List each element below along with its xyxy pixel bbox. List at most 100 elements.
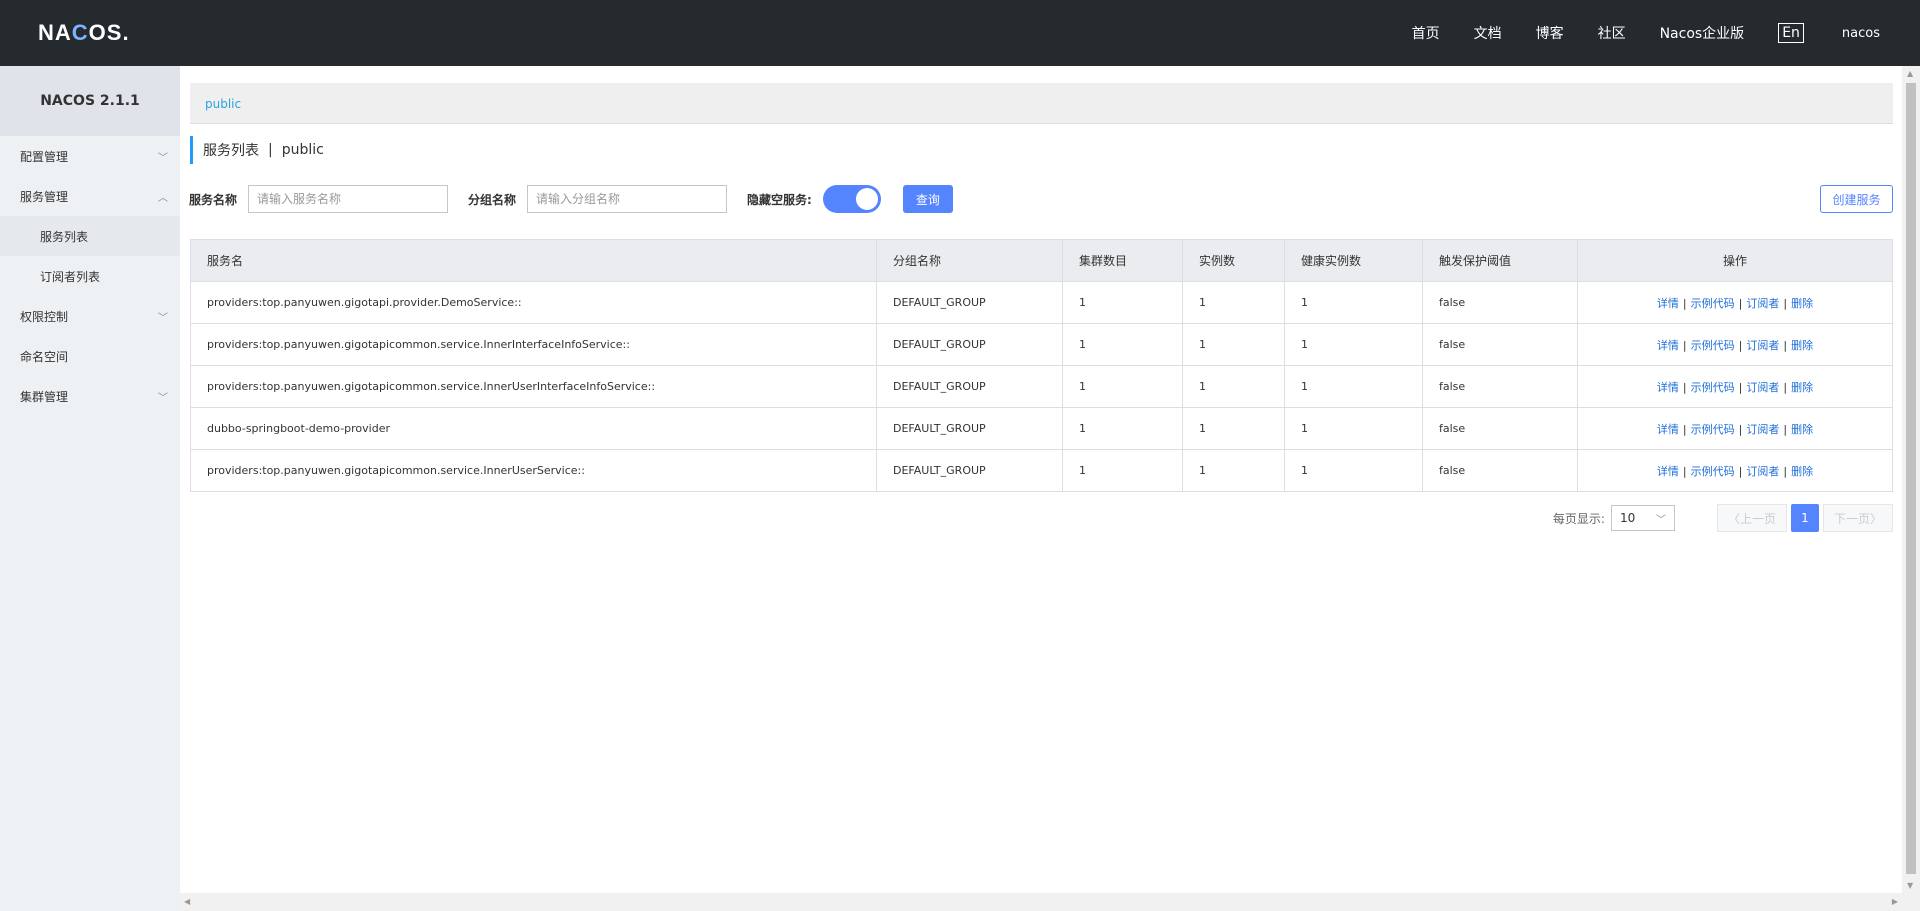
scroll-up-arrow-icon[interactable]: ▲ bbox=[1907, 69, 1913, 78]
op-separator: | bbox=[1682, 464, 1687, 478]
sidebar-item-namespace[interactable]: 命名空间 bbox=[0, 336, 180, 376]
col-protect-threshold: 触发保护阈值 bbox=[1422, 239, 1578, 282]
op-separator: | bbox=[1783, 464, 1788, 478]
next-label: 下一页 bbox=[1833, 511, 1870, 526]
table-row: dubbo-springboot-demo-provider DEFAULT_GR… bbox=[190, 407, 1893, 450]
query-button[interactable]: 查询 bbox=[902, 185, 953, 213]
scroll-left-arrow-icon[interactable]: ◀ bbox=[184, 897, 190, 906]
delete-link[interactable]: 删除 bbox=[1791, 423, 1813, 436]
scroll-right-arrow-icon[interactable]: ▶ bbox=[1892, 897, 1898, 906]
subscribers-link[interactable]: 订阅者 bbox=[1746, 465, 1779, 478]
sample-code-link[interactable]: 示例代码 bbox=[1691, 465, 1735, 478]
table-header-row: 服务名 分组名称 集群数目 实例数 健康实例数 触发保护阈值 操作 bbox=[190, 239, 1893, 282]
cell-healthy-count: 1 bbox=[1284, 365, 1423, 408]
sidebar-item-label: 权限控制 bbox=[20, 309, 69, 324]
nav-docs[interactable]: 文档 bbox=[1474, 23, 1502, 43]
sidebar-item-service[interactable]: 服务管理 ︿ bbox=[0, 176, 180, 216]
cell-service-name: dubbo-springboot-demo-provider bbox=[190, 407, 877, 450]
hide-empty-toggle[interactable] bbox=[822, 185, 881, 213]
nacos-logo[interactable]: NACOS. bbox=[38, 20, 130, 46]
main-content: public 服务列表 | public 服务名称 分组名称 隐藏空服务: 查询… bbox=[180, 66, 1902, 893]
detail-link[interactable]: 详情 bbox=[1657, 423, 1679, 436]
sidebar-item-label: 服务管理 bbox=[20, 189, 69, 204]
op-separator: | bbox=[1682, 338, 1687, 352]
prev-label: 上一页 bbox=[1739, 511, 1776, 526]
user-menu[interactable]: nacos bbox=[1842, 26, 1880, 41]
chevron-down-icon: ﹀ bbox=[1655, 514, 1666, 526]
page-1-button[interactable]: 1 bbox=[1790, 504, 1819, 532]
namespace-bar: public bbox=[190, 83, 1893, 124]
cell-service-name: providers:top.panyuwen.gigotapi.provider… bbox=[190, 281, 877, 324]
delete-link[interactable]: 删除 bbox=[1791, 381, 1813, 394]
col-group-name: 分组名称 bbox=[876, 239, 1063, 282]
cell-protect-threshold: false bbox=[1422, 281, 1578, 324]
op-separator: | bbox=[1783, 422, 1788, 436]
op-separator: | bbox=[1738, 464, 1743, 478]
detail-link[interactable]: 详情 bbox=[1657, 465, 1679, 478]
group-name-label: 分组名称 bbox=[468, 192, 517, 207]
nav-community[interactable]: 社区 bbox=[1598, 23, 1626, 43]
cell-healthy-count: 1 bbox=[1284, 323, 1423, 366]
subscribers-link[interactable]: 订阅者 bbox=[1746, 339, 1779, 352]
op-separator: | bbox=[1738, 422, 1743, 436]
sidebar-item-subscriber-list[interactable]: 订阅者列表 bbox=[0, 256, 180, 296]
horizontal-scrollbar[interactable]: ◀ ▶ bbox=[180, 893, 1920, 911]
cell-cluster-count: 1 bbox=[1062, 281, 1183, 324]
col-healthy-count: 健康实例数 bbox=[1284, 239, 1423, 282]
op-separator: | bbox=[1682, 296, 1687, 310]
delete-link[interactable]: 删除 bbox=[1791, 297, 1813, 310]
create-service-button[interactable]: 创建服务 bbox=[1820, 185, 1893, 213]
cell-protect-threshold: false bbox=[1422, 407, 1578, 450]
sidebar-title: NACOS 2.1.1 bbox=[0, 66, 180, 136]
cell-operations: 详情 | 示例代码 | 订阅者 | 删除 bbox=[1577, 365, 1893, 408]
sample-code-link[interactable]: 示例代码 bbox=[1691, 297, 1735, 310]
vertical-scrollbar[interactable]: ▲ ▼ bbox=[1902, 66, 1920, 893]
prev-page-button[interactable]: 〈上一页 bbox=[1716, 504, 1787, 532]
title-separator: | bbox=[268, 142, 273, 158]
per-page-value: 10 bbox=[1619, 511, 1636, 525]
col-instance-count: 实例数 bbox=[1182, 239, 1285, 282]
filter-bar: 服务名称 分组名称 隐藏空服务: 查询 bbox=[189, 185, 953, 213]
chevron-down-icon: ﹀ bbox=[158, 312, 168, 324]
sample-code-link[interactable]: 示例代码 bbox=[1691, 339, 1735, 352]
sidebar-item-service-list[interactable]: 服务列表 bbox=[0, 216, 180, 256]
namespace-public[interactable]: public bbox=[205, 97, 241, 111]
chevron-right-icon: 〉 bbox=[1869, 511, 1882, 526]
table-row: providers:top.panyuwen.gigotapicommon.se… bbox=[190, 365, 1893, 408]
sidebar-item-cluster[interactable]: 集群管理 ﹀ bbox=[0, 376, 180, 416]
op-separator: | bbox=[1783, 338, 1788, 352]
detail-link[interactable]: 详情 bbox=[1657, 339, 1679, 352]
cell-instance-count: 1 bbox=[1182, 449, 1285, 492]
vertical-scroll-thumb[interactable] bbox=[1906, 83, 1916, 874]
cell-healthy-count: 1 bbox=[1284, 407, 1423, 450]
subscribers-link[interactable]: 订阅者 bbox=[1746, 381, 1779, 394]
delete-link[interactable]: 删除 bbox=[1791, 465, 1813, 478]
group-name-input[interactable] bbox=[527, 185, 728, 213]
language-switch-button[interactable]: En bbox=[1778, 23, 1804, 43]
cell-service-name: providers:top.panyuwen.gigotapicommon.se… bbox=[190, 365, 877, 408]
top-header: NACOS. 首页 文档 博客 社区 Nacos企业版 En nacos bbox=[0, 0, 1920, 66]
sidebar-item-auth[interactable]: 权限控制 ﹀ bbox=[0, 296, 180, 336]
subscribers-link[interactable]: 订阅者 bbox=[1746, 423, 1779, 436]
subscribers-link[interactable]: 订阅者 bbox=[1746, 297, 1779, 310]
service-name-input[interactable] bbox=[248, 185, 449, 213]
scroll-down-arrow-icon[interactable]: ▼ bbox=[1907, 881, 1913, 890]
nav-enterprise[interactable]: Nacos企业版 bbox=[1660, 23, 1745, 43]
detail-link[interactable]: 详情 bbox=[1657, 297, 1679, 310]
nav-blog[interactable]: 博客 bbox=[1536, 23, 1564, 43]
next-page-button[interactable]: 下一页〉 bbox=[1822, 504, 1893, 532]
op-separator: | bbox=[1783, 296, 1788, 310]
cell-group-name: DEFAULT_GROUP bbox=[876, 407, 1063, 450]
delete-link[interactable]: 删除 bbox=[1791, 339, 1813, 352]
cell-cluster-count: 1 bbox=[1062, 323, 1183, 366]
per-page-select[interactable]: 10 ﹀ bbox=[1610, 505, 1675, 531]
sidebar-item-config[interactable]: 配置管理 ﹀ bbox=[0, 136, 180, 176]
sample-code-link[interactable]: 示例代码 bbox=[1691, 423, 1735, 436]
cell-group-name: DEFAULT_GROUP bbox=[876, 449, 1063, 492]
sample-code-link[interactable]: 示例代码 bbox=[1691, 381, 1735, 394]
detail-link[interactable]: 详情 bbox=[1657, 381, 1679, 394]
nav-home[interactable]: 首页 bbox=[1412, 23, 1440, 43]
hide-empty-label: 隐藏空服务: bbox=[747, 192, 812, 207]
op-separator: | bbox=[1738, 380, 1743, 394]
service-table: 服务名 分组名称 集群数目 实例数 健康实例数 触发保护阈值 操作 provid… bbox=[190, 239, 1893, 492]
